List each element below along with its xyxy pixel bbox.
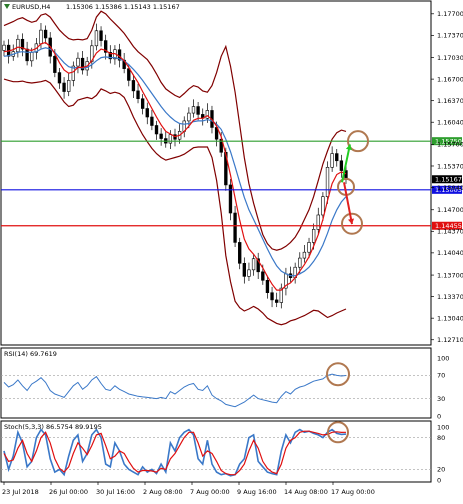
time-tick-label: 7 Aug 00:00 [190,488,230,496]
rsi-tick-label: 70 [437,372,445,380]
time-tick-label: 26 Jul 00:00 [49,488,88,496]
candle-body [270,292,274,301]
candle-body [330,153,334,168]
header-ohlc: 1.15306 1.15386 1.15143 1.15167 [66,3,180,11]
header: EURUSD,H4 1.15306 1.15386 1.15143 1.1516… [4,3,180,11]
candle-body [39,29,43,45]
stoch-tick-label: 0 [437,476,441,484]
candle-body [339,160,344,171]
candle-body [53,55,57,73]
time-tick-label: 9 Aug 16:00 [237,488,277,496]
chart-root: 1.15750 1.15167 1.15005 1.14455 1.17700 1.17… [0,0,463,500]
stoch-tick-label: 20 [437,466,445,474]
candle-body [127,68,131,81]
candle-body [76,57,80,67]
price-tick-label: 1.17700 [437,10,463,18]
rsi-label: RSI(14) 69.7619 [4,350,57,358]
candle-body [311,229,316,243]
candle-body [228,184,233,214]
candle-body [325,166,330,197]
price-tick-label: 1.17370 [437,32,463,40]
candle-body [261,271,265,281]
candle-body [145,108,149,118]
candle-body [196,106,200,115]
price-tick-label: 1.14370 [437,228,463,236]
time-tick-label: 14 Aug 08:00 [284,488,328,496]
candle-body [99,30,103,41]
price-tick-label: 1.14040 [437,249,463,257]
candle-body [25,48,29,62]
candle-body [30,52,34,62]
rsi-tick-label: 0 [437,412,441,420]
candle-body [316,214,320,230]
candle-body [168,134,173,144]
candle-body [233,212,237,243]
candle-body [136,90,140,100]
rsi-tick-label: 30 [437,395,445,403]
candle-body [154,125,159,135]
price-tick-label: 1.16370 [437,97,463,105]
candle-body [251,258,256,271]
candle-body [242,263,246,277]
candle-body [43,29,48,39]
header-symbol: EURUSD,H4 [12,3,50,11]
chart-svg: 1.157501.151671.150051.14455 1.177001.17… [0,0,463,500]
candle-body [335,153,339,162]
candle-body [2,44,6,51]
candle-body [191,106,196,114]
candle-body [238,242,242,264]
time-tick-label: 17 Aug 00:00 [331,488,375,496]
price-tick-label: 1.15700 [437,141,463,149]
candle-body [187,112,191,122]
candle-body [247,269,251,277]
candle-body [150,116,154,126]
price-tick-label: 1.15040 [437,184,463,192]
time-tick-label: 2 Aug 08:00 [143,488,183,496]
time-tick-label: 23 Jul 2018 [2,488,39,496]
stoch-label: Stoch(5,3,3) 86.5754 89.9195 [4,423,102,431]
price-tick-label: 1.12710 [437,336,463,344]
price-tick-label: 1.16700 [437,75,463,83]
candle-body [57,72,62,84]
price-tick-label: 1.13040 [437,314,463,322]
price-tick-label: 1.15370 [437,162,463,170]
price-tick-label: 1.13700 [437,271,463,279]
candle-body [321,196,325,216]
price-tick-label: 1.16040 [437,119,463,127]
rsi-tick-label: 100 [437,354,449,362]
price-tick-label: 1.13370 [437,293,463,301]
candle-body [94,30,99,47]
candle-body [131,80,136,92]
time-tick-label: 30 Jul 16:00 [96,488,135,496]
stoch-tick-label: 80 [437,434,445,442]
candle-body [16,38,20,52]
stoch-tick-label: 100 [437,423,449,431]
candle-body [307,242,311,253]
candle-body [265,279,270,294]
candle-body [298,257,302,268]
price-tick-label: 1.17030 [437,54,463,62]
candle-body [159,133,163,139]
candle-body [140,98,145,109]
candle-body [62,82,66,92]
candle-body [67,80,71,92]
candle-body [302,251,307,259]
price-tick-label: 1.14700 [437,206,463,214]
level-tag-text-current: 1.15167 [435,176,462,184]
candle-body [275,299,279,303]
